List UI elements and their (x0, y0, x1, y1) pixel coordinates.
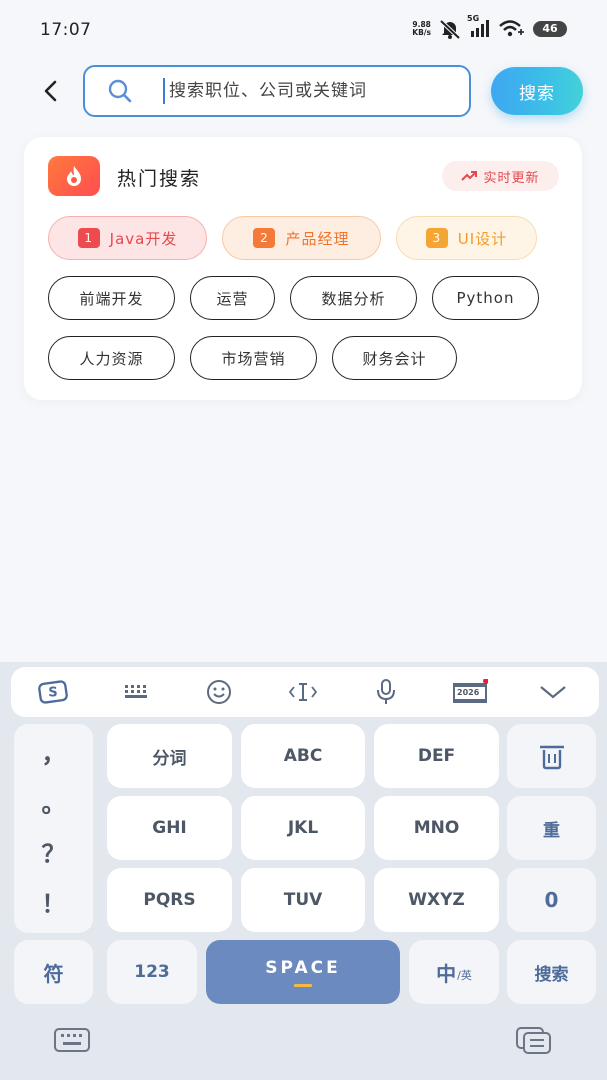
numbers-key[interactable]: 123 (107, 940, 197, 1004)
realtime-update-badge: 实时更新 (442, 161, 559, 191)
hot-tag[interactable]: 市场营销 (190, 336, 317, 380)
fire-icon (48, 156, 100, 196)
back-button[interactable] (36, 76, 66, 106)
search-button[interactable]: 搜索 (491, 67, 583, 115)
hot-search-title: 热门搜索 (117, 168, 202, 190)
realtime-update-label: 实时更新 (483, 170, 540, 186)
trash-icon (539, 745, 564, 770)
hot-tag-ranked-2[interactable]: 2 产品经理 (222, 216, 381, 260)
key-jkl[interactable]: JKL (241, 796, 365, 860)
rank-badge: 3 (425, 228, 448, 248)
rank-badge: 2 (253, 228, 276, 248)
zero-key[interactable]: 0 (507, 868, 596, 932)
hot-tag-label: Java开发 (109, 229, 178, 248)
punct-period-key[interactable]: 。 (14, 784, 93, 819)
search-input[interactable] (169, 81, 429, 101)
rank-badge: 1 (77, 228, 100, 248)
battery-indicator: 46 (533, 21, 567, 37)
microphone-icon[interactable] (371, 679, 401, 705)
search-enter-key[interactable]: 搜索 (507, 940, 596, 1004)
lang-sub: /英 (457, 969, 472, 982)
punct-question-key[interactable]: ？ (14, 834, 93, 869)
search-icon (107, 78, 133, 104)
space-key[interactable]: SPACE (206, 940, 400, 1004)
search-box[interactable] (83, 65, 471, 117)
emoji-icon[interactable] (204, 679, 234, 705)
clipboard-icon[interactable] (515, 1026, 553, 1054)
key-mno[interactable]: MNO (374, 796, 499, 860)
status-icons: 9.88 KB/s 5G 46 (412, 14, 567, 42)
hot-tag[interactable]: Python (432, 276, 539, 320)
wifi-icon (499, 20, 525, 38)
keyboard-toolbar: S 2026 (11, 667, 599, 717)
text-cursor (163, 78, 165, 104)
key-abc[interactable]: ABC (241, 724, 365, 788)
key-pqrs[interactable]: PQRS (107, 868, 232, 932)
sogou-logo-icon[interactable]: S (38, 679, 68, 705)
status-bar: 17:07 9.88 KB/s 5G 46 (0, 0, 607, 56)
calendar-year: 2026 (457, 688, 480, 697)
soft-keyboard: S 2026 ， 。 ？ ！ 分词 ABC DEF GHI JKL MNO 重 … (0, 662, 607, 1080)
calendar-sticker-icon[interactable]: 2026 (452, 679, 488, 705)
hot-search-card: 热门搜索 实时更新 1 Java开发 2 产品经理 3 UI设计 前端开发 运营… (24, 137, 582, 400)
space-label: SPACE (265, 957, 341, 978)
retype-key[interactable]: 重 (507, 796, 596, 860)
hot-tag[interactable]: 运营 (190, 276, 275, 320)
punct-comma-key[interactable]: ， (14, 734, 93, 769)
space-underline (294, 983, 312, 987)
search-header: 搜索 (0, 56, 607, 136)
status-time: 17:07 (40, 20, 92, 40)
network-speed: 9.88 KB/s (412, 21, 431, 37)
symbols-key[interactable]: 符 (14, 940, 93, 1004)
svg-text:S: S (48, 686, 57, 701)
hot-tag-ranked-1[interactable]: 1 Java开发 (48, 216, 207, 260)
lang-main: 中 (436, 961, 457, 986)
cellular-signal-icon: 5G (467, 14, 491, 38)
hot-tag-label: 产品经理 (285, 229, 350, 248)
punctuation-column: ， 。 ？ ！ (14, 724, 93, 933)
punct-exclaim-key[interactable]: ！ (14, 884, 93, 919)
language-switch-key[interactable]: 中 /英 (409, 940, 499, 1004)
key-fenci[interactable]: 分词 (107, 724, 232, 788)
delete-key[interactable] (507, 724, 596, 788)
hot-tag[interactable]: 数据分析 (290, 276, 417, 320)
hot-tag[interactable]: 人力资源 (48, 336, 175, 380)
collapse-keyboard-icon[interactable] (538, 679, 568, 705)
hot-tag[interactable]: 财务会计 (332, 336, 457, 380)
network-speed-unit: KB/s (412, 28, 431, 37)
hot-tag-label: UI设计 (457, 229, 508, 248)
cursor-move-icon[interactable] (288, 679, 318, 705)
keyboard-switch-icon[interactable] (53, 1026, 91, 1054)
hot-tag[interactable]: 前端开发 (48, 276, 175, 320)
chevron-left-icon (44, 80, 57, 102)
key-wxyz[interactable]: WXYZ (374, 868, 499, 932)
key-ghi[interactable]: GHI (107, 796, 232, 860)
hot-tag-ranked-3[interactable]: 3 UI设计 (396, 216, 537, 260)
trend-up-icon (461, 171, 478, 181)
key-def[interactable]: DEF (374, 724, 499, 788)
bell-muted-icon (439, 19, 461, 39)
keyboard-layout-icon[interactable] (122, 679, 152, 705)
network-type: 5G (467, 14, 480, 23)
key-tuv[interactable]: TUV (241, 868, 365, 932)
